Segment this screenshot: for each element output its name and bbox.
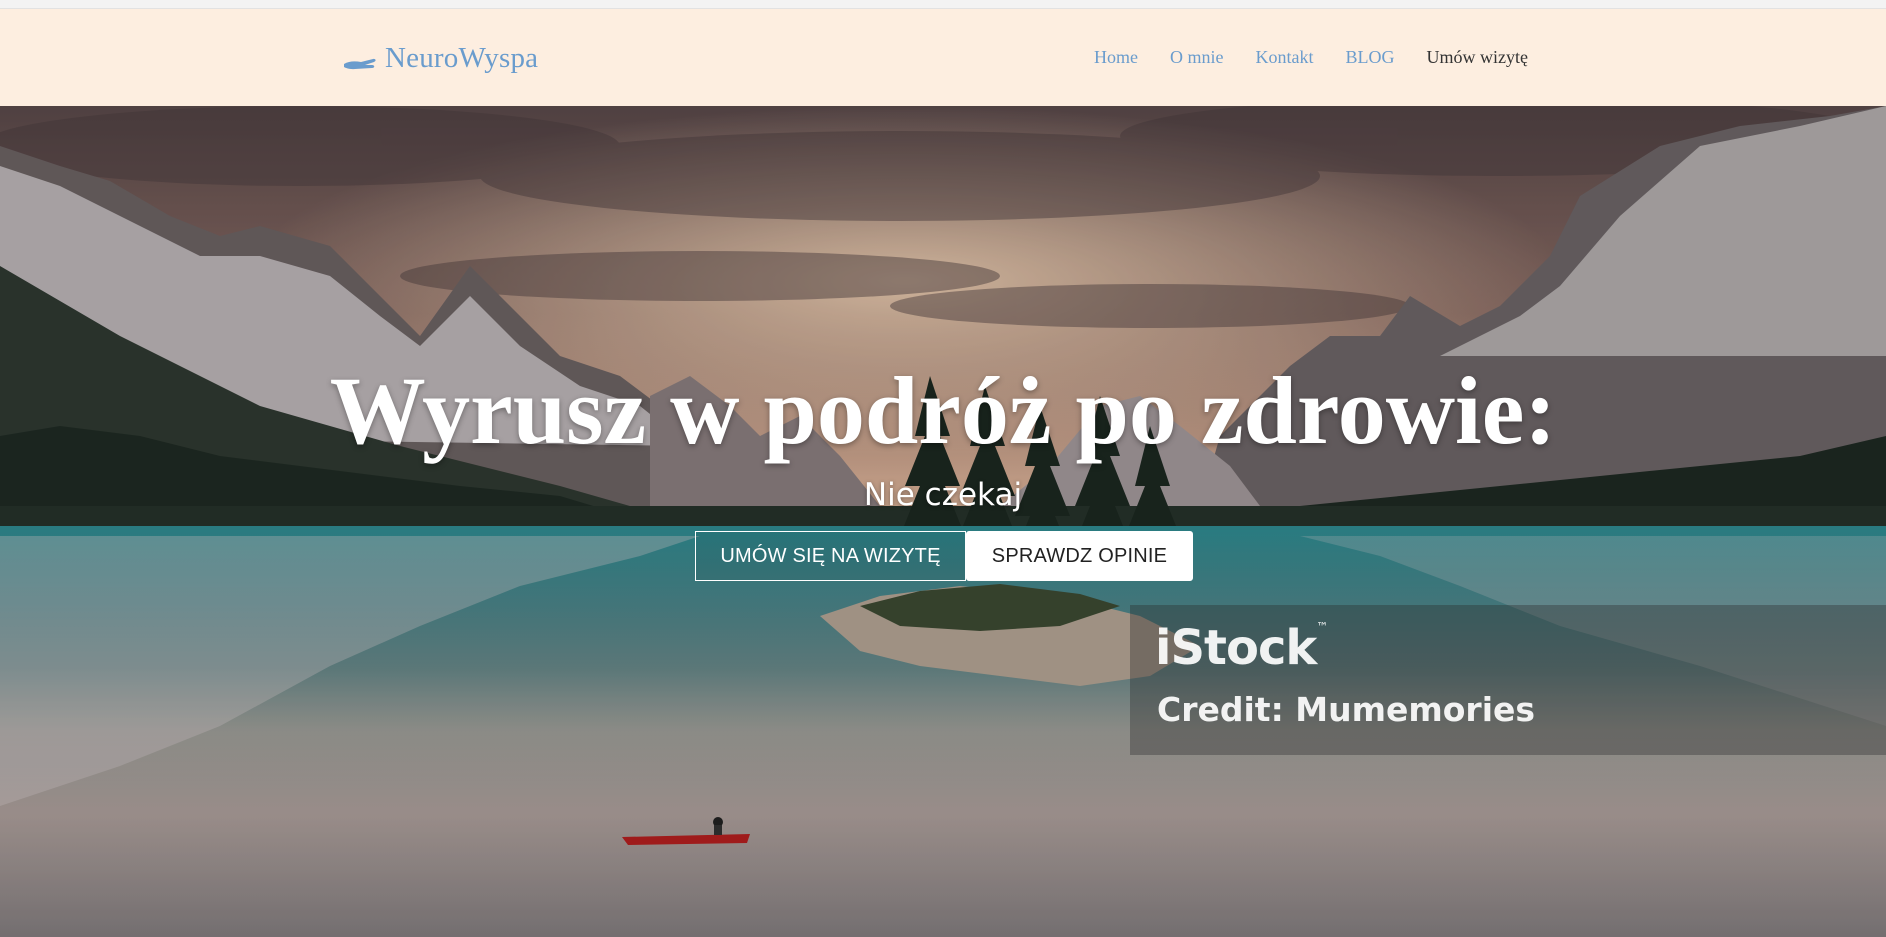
nav-umow-wizyte[interactable]: Umów wizytę bbox=[1427, 47, 1528, 68]
brand-name: NeuroWyspa bbox=[385, 42, 539, 74]
hand-icon bbox=[344, 58, 376, 69]
main-nav: Home O mnie Kontakt BLOG Umów wizytę bbox=[1094, 47, 1528, 68]
nav-blog[interactable]: BLOG bbox=[1346, 47, 1395, 68]
hero-section bbox=[0, 106, 1886, 937]
check-reviews-button[interactable]: SPRAWDZ OPINIE bbox=[966, 531, 1193, 581]
nav-o-mnie[interactable]: O mnie bbox=[1170, 47, 1224, 68]
hero-subheadline: Nie czekaj bbox=[863, 477, 1023, 513]
top-border bbox=[0, 0, 1886, 9]
navbar: NeuroWyspa Home O mnie Kontakt BLOG Umów… bbox=[0, 9, 1886, 106]
hero-background-image bbox=[0, 106, 1886, 937]
book-visit-button[interactable]: UMÓW SIĘ NA WIZYTĘ bbox=[695, 531, 966, 581]
nav-kontakt[interactable]: Kontakt bbox=[1256, 47, 1314, 68]
brand-logo[interactable]: NeuroWyspa bbox=[343, 42, 538, 75]
istock-logo: iStock™ bbox=[1155, 620, 1328, 676]
nav-home[interactable]: Home bbox=[1094, 47, 1138, 68]
istock-logo-text: iStock bbox=[1155, 620, 1317, 676]
istock-credit: Credit: Mumemories bbox=[1157, 690, 1536, 729]
hero-headline: Wyrusz w podróż po zdrowie: bbox=[329, 357, 1557, 464]
istock-trademark: ™ bbox=[1316, 620, 1328, 634]
